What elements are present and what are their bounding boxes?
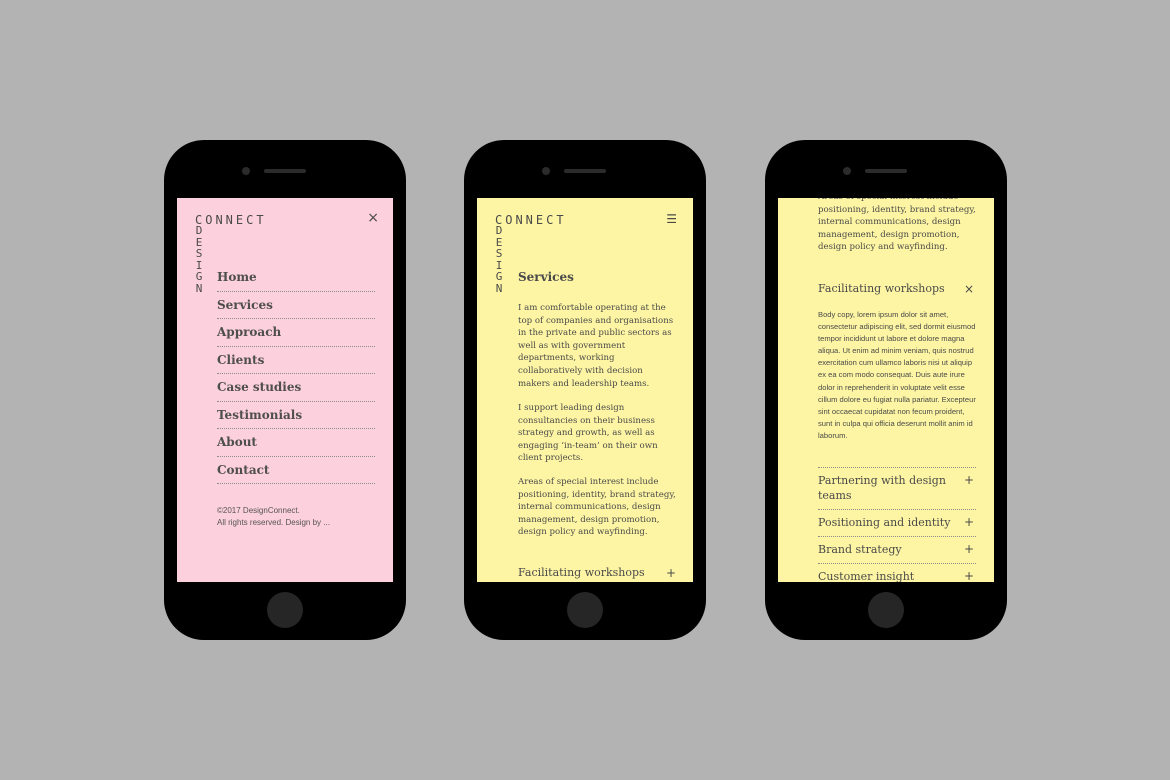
plus-icon[interactable]: + bbox=[964, 569, 974, 582]
accordion-item-customer-insight[interactable]: Customer insight + bbox=[818, 563, 976, 582]
nav-item-contact[interactable]: Contact bbox=[217, 457, 375, 484]
nav-item-testimonials[interactable]: Testimonials bbox=[217, 402, 375, 429]
speaker bbox=[264, 169, 306, 173]
nav-item-home[interactable]: Home bbox=[217, 264, 375, 292]
accordion-label: Customer insight bbox=[818, 570, 915, 582]
paragraph-3: Areas of special interest include positi… bbox=[518, 477, 676, 538]
accordion-label: Partnering with design teams bbox=[818, 474, 946, 502]
phone-accordion: Areas of special interest include positi… bbox=[765, 140, 1007, 640]
nav-item-approach[interactable]: Approach bbox=[217, 319, 375, 347]
accordion-list: Partnering with design teams + Positioni… bbox=[818, 467, 976, 582]
logo-word-design: D E S I G N bbox=[495, 224, 503, 295]
close-icon[interactable]: × bbox=[367, 210, 379, 226]
accordion-item-partnering[interactable]: Partnering with design teams + bbox=[818, 467, 976, 509]
accordion-label: Facilitating workshops bbox=[818, 282, 945, 295]
speaker bbox=[564, 169, 606, 173]
plus-icon[interactable]: + bbox=[964, 473, 974, 488]
camera bbox=[242, 167, 250, 175]
rights-text: All rights reserved. Design by ... bbox=[217, 518, 330, 527]
accordion-label: Brand strategy bbox=[818, 543, 902, 556]
plus-icon[interactable]: + bbox=[666, 566, 676, 580]
accordion-facilitating-workshops[interactable]: Facilitating workshops + bbox=[518, 566, 678, 580]
accordion-body-copy: Body copy, lorem ipsum dolor sit amet, c… bbox=[818, 310, 976, 440]
accordion-label: Positioning and identity bbox=[818, 516, 951, 529]
paragraph-2: I support leading design consultancies o… bbox=[518, 403, 658, 464]
nav-menu: Home Services Approach Clients Case stud… bbox=[217, 264, 375, 484]
copyright: ©2017 DesignConnect. bbox=[217, 506, 300, 515]
accordion-item-brand-strategy[interactable]: Brand strategy + bbox=[818, 536, 976, 563]
nav-item-clients[interactable]: Clients bbox=[217, 347, 375, 374]
footer: ©2017 DesignConnect. All rights reserved… bbox=[217, 505, 330, 529]
screen-services: CONNECT D E S I G N ☰ Services I am comf… bbox=[477, 198, 693, 582]
accordion-label: Facilitating workshops bbox=[518, 566, 645, 579]
logo-word-design: D E S I G N bbox=[195, 224, 203, 295]
phone-menu: CONNECT D E S I G N × Home Services Appr… bbox=[164, 140, 406, 640]
screen-menu: CONNECT D E S I G N × Home Services Appr… bbox=[177, 198, 393, 582]
camera bbox=[843, 167, 851, 175]
page-title: Services bbox=[518, 270, 574, 284]
home-button[interactable] bbox=[567, 592, 603, 628]
nav-item-services[interactable]: Services bbox=[217, 292, 375, 319]
phone-services: CONNECT D E S I G N ☰ Services I am comf… bbox=[464, 140, 706, 640]
plus-icon[interactable]: + bbox=[964, 515, 974, 530]
home-button[interactable] bbox=[868, 592, 904, 628]
accordion-facilitating-workshops-open[interactable]: Facilitating workshops × bbox=[818, 282, 976, 296]
plus-icon[interactable]: + bbox=[964, 542, 974, 557]
close-icon[interactable]: × bbox=[964, 282, 974, 296]
paragraph-1: I am comfortable operating at the top of… bbox=[518, 303, 674, 389]
screen-accordion: Areas of special interest include positi… bbox=[778, 198, 994, 582]
speaker bbox=[865, 169, 907, 173]
camera bbox=[542, 167, 550, 175]
areas-paragraph: Areas of special interest include positi… bbox=[818, 198, 976, 253]
home-button[interactable] bbox=[267, 592, 303, 628]
nav-item-about[interactable]: About bbox=[217, 429, 375, 457]
accordion-item-positioning[interactable]: Positioning and identity + bbox=[818, 509, 976, 536]
nav-item-case-studies[interactable]: Case studies bbox=[217, 374, 375, 402]
hamburger-menu-icon[interactable]: ☰ bbox=[666, 211, 677, 227]
